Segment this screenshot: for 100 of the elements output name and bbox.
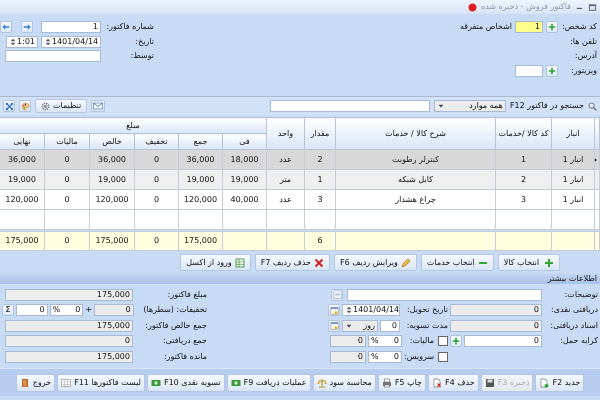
filter-dropdown[interactable]: همه موارد xyxy=(434,100,506,112)
checkbox[interactable] xyxy=(438,336,448,346)
column-header[interactable]: جمع xyxy=(178,134,222,150)
description-field[interactable] xyxy=(347,288,542,301)
field-label: مدت تسویه: xyxy=(406,320,448,331)
column-header[interactable]: فی xyxy=(222,134,266,150)
table-cell: انبار 1 xyxy=(552,170,594,190)
percent-field[interactable]: % 0 xyxy=(50,304,84,316)
door-icon xyxy=(20,378,30,388)
table-cell: 0 xyxy=(44,170,90,190)
action-button[interactable]: لیست فاکتورها F11 xyxy=(57,374,145,392)
field-label: اسناد دریافتی: xyxy=(549,320,598,331)
table-cell: 1 xyxy=(496,150,552,170)
unit-dropdown[interactable]: روز xyxy=(342,320,378,332)
search-field[interactable] xyxy=(270,100,430,112)
person-code-field[interactable]: 1 xyxy=(515,21,543,34)
table-cell: 3 xyxy=(304,190,336,210)
add-button[interactable] xyxy=(546,64,558,77)
plus-icon xyxy=(452,337,460,346)
calendar-button[interactable] xyxy=(328,320,340,332)
pencil-icon xyxy=(400,258,411,268)
column-header[interactable]: مقدار xyxy=(304,118,336,150)
column-header[interactable]: انبار xyxy=(552,118,594,150)
calendar-button[interactable] xyxy=(328,304,340,316)
cheques-field[interactable]: 0 xyxy=(450,320,542,332)
column-header[interactable]: نهایی xyxy=(0,134,44,150)
checkbox[interactable] xyxy=(438,352,448,362)
field-label: ویزیتور: xyxy=(570,66,597,76)
table-cell: چراغ هشدار xyxy=(336,190,496,210)
action-button[interactable]: محاسبه سود xyxy=(312,374,376,392)
action-button[interactable]: خروج xyxy=(16,374,56,392)
percent-field[interactable]: % 0 xyxy=(368,335,402,348)
field-label: دریافتی نقدی: xyxy=(550,305,598,316)
column-header[interactable]: تخفیف xyxy=(134,134,178,150)
invoice-number-field[interactable]: 1 xyxy=(41,21,101,34)
time-field[interactable]: 1:01 xyxy=(6,36,38,48)
settlement-field[interactable]: 0 xyxy=(380,320,400,332)
table-cell: 18,000 xyxy=(222,150,266,170)
search-icon xyxy=(588,102,597,110)
action-button[interactable]: جدید F2 xyxy=(535,374,584,392)
row-action-button[interactable]: انتخاب کالا xyxy=(498,254,560,271)
table-icon xyxy=(61,378,72,388)
column-header[interactable]: واحد xyxy=(266,118,304,150)
field-label: توضیحات: xyxy=(564,290,598,300)
visitor-field[interactable] xyxy=(515,64,543,77)
row-action-button[interactable]: ویرایش ردیف F6 xyxy=(334,254,417,271)
table-cell: 19,000 xyxy=(222,170,266,190)
plus-icon xyxy=(548,23,556,32)
add-button[interactable] xyxy=(546,21,558,34)
by-field[interactable] xyxy=(5,50,101,62)
invoice-amount-field[interactable]: 175,000 xyxy=(5,288,133,301)
list-icon xyxy=(332,290,342,300)
freight-field[interactable]: 0 xyxy=(464,335,542,348)
expand-button[interactable] xyxy=(3,100,15,112)
discount-rows-field[interactable]: 0 xyxy=(94,304,134,316)
document-icon xyxy=(539,378,550,388)
tax-amount-field[interactable]: 0 xyxy=(330,335,366,348)
row-action-button[interactable]: ورود از اکسل xyxy=(180,254,251,271)
column-header[interactable]: کد کالا /خدمات xyxy=(496,118,552,150)
balance-field[interactable]: 175,000 xyxy=(5,350,133,363)
column-header[interactable]: مالیات xyxy=(44,134,90,150)
action-button[interactable]: تسویه نقدی F10 xyxy=(146,374,225,392)
previous-button[interactable] xyxy=(0,21,12,34)
column-group-header: مبلغ xyxy=(0,118,266,134)
action-button[interactable]: حذف F4 xyxy=(428,374,479,392)
paint-palette-icon xyxy=(20,102,30,110)
document-cross-icon xyxy=(432,378,442,388)
row-action-button[interactable]: حذف ردیف F7 xyxy=(254,254,330,271)
table-cell: 0 xyxy=(134,170,178,190)
row-pointer-icon xyxy=(593,156,599,163)
percent-field[interactable]: % 0 xyxy=(368,350,402,363)
cash-field[interactable]: 0 xyxy=(450,304,542,316)
net-total-field[interactable]: 175,000 xyxy=(5,320,133,332)
cross-icon xyxy=(314,258,324,268)
add-button[interactable] xyxy=(450,335,462,348)
caret-icon xyxy=(436,102,445,110)
paint-button[interactable] xyxy=(19,100,31,112)
total-cell: 175,000 xyxy=(178,232,222,250)
row-action-button[interactable]: انتخاب خدمات xyxy=(420,254,494,271)
action-button[interactable]: عملیات دریافت F9 xyxy=(226,374,311,392)
notes-button[interactable] xyxy=(331,288,343,301)
discount-amount-field[interactable]: 0 xyxy=(16,304,48,316)
received-total-field[interactable]: 0 xyxy=(5,335,133,348)
column-header[interactable]: خالص xyxy=(90,134,134,150)
field-label: تاریخ: xyxy=(134,36,154,47)
action-button[interactable]: چاپ F5 xyxy=(378,374,426,392)
service-amount-field[interactable]: 0 xyxy=(330,350,366,363)
table-cell: عدد xyxy=(266,150,304,170)
email-button[interactable] xyxy=(91,100,106,112)
date-field[interactable]: 1401/04/14 xyxy=(41,36,101,48)
settings-button[interactable]: تنظیمات xyxy=(35,99,88,113)
field-label: مالیات: xyxy=(410,336,434,346)
window-title: فاکتور فروش - ذخیره شده xyxy=(480,2,571,12)
sum-button[interactable]: Σ xyxy=(2,304,14,316)
table-cell: عدد xyxy=(266,190,304,210)
next-button[interactable] xyxy=(21,21,33,34)
table-cell: کنترلر رطوبت xyxy=(336,150,496,170)
column-header[interactable]: شرح کالا / خدمات xyxy=(336,118,496,150)
table-cell: 3 xyxy=(496,190,552,210)
delivery-date-field[interactable]: 1401/04/14 xyxy=(342,304,400,316)
